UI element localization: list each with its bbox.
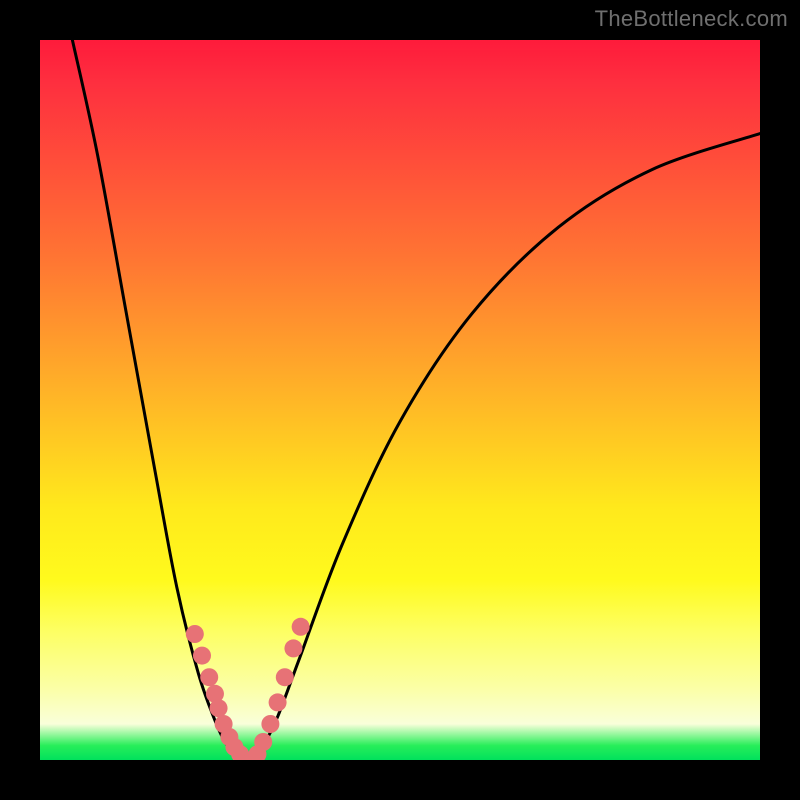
data-dot	[284, 639, 302, 657]
curve-layer	[40, 40, 760, 760]
data-dot	[210, 699, 228, 717]
bottleneck-curve-right	[252, 134, 760, 760]
data-dot	[254, 733, 272, 751]
bottleneck-curve-left	[72, 40, 245, 760]
plot-area	[40, 40, 760, 760]
chart-frame: TheBottleneck.com	[0, 0, 800, 800]
data-dot	[292, 618, 310, 636]
data-dot	[186, 625, 204, 643]
data-dot	[200, 668, 218, 686]
data-dot	[261, 715, 279, 733]
data-dot	[276, 668, 294, 686]
data-dot	[193, 647, 211, 665]
data-dot	[269, 693, 287, 711]
watermark-text: TheBottleneck.com	[595, 6, 788, 32]
